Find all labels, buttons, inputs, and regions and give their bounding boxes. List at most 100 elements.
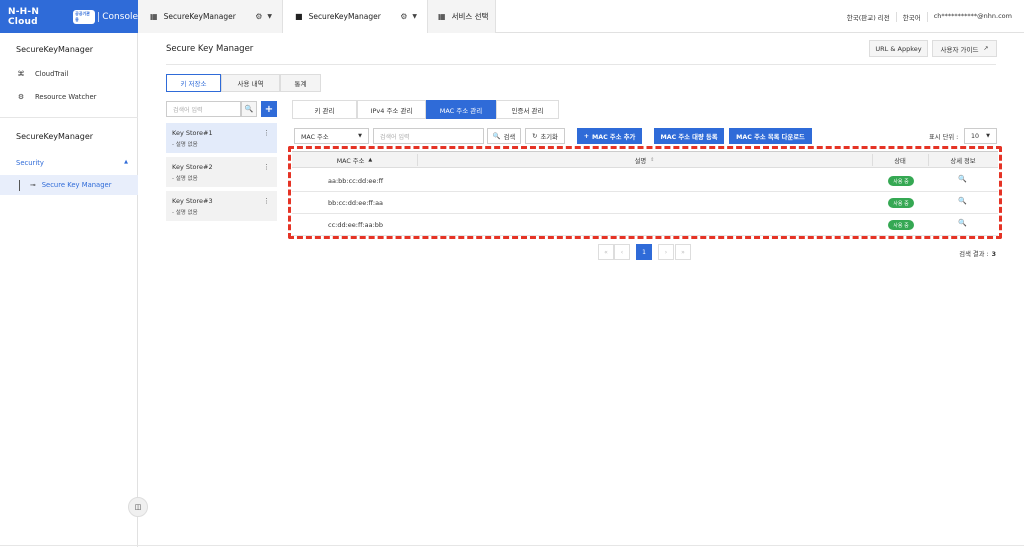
- cloudtrail-icon: ⌘: [17, 70, 25, 78]
- sidebar-item-label: Secure Key Manager: [41, 181, 112, 189]
- page-size-select[interactable]: 10 ▼: [964, 128, 997, 144]
- header-divider: [166, 64, 996, 65]
- chevron-up-icon: ▲: [124, 159, 128, 165]
- add-keystore-button[interactable]: +: [261, 101, 277, 117]
- keystore-name: Key Store#2: [172, 163, 213, 171]
- caret-down-icon: ▼: [358, 133, 362, 139]
- page-title: Secure Key Manager: [166, 44, 254, 54]
- subtab-certificate-management[interactable]: 인증서 관리: [496, 100, 559, 119]
- search-button[interactable]: 🔍 검색: [487, 128, 521, 144]
- subtab-ipv4-management[interactable]: IPv4 주소 관리: [357, 100, 426, 119]
- gear-icon[interactable]: ⚙: [255, 12, 262, 21]
- keystore-name: Key Store#3: [172, 197, 213, 205]
- prev-page-button[interactable]: ‹: [614, 244, 630, 260]
- brand-badge: 공공기관용: [73, 9, 96, 24]
- download-list-button[interactable]: MAC 주소 목록 다운로드: [729, 128, 812, 144]
- sidebar-item-secure-key-manager[interactable]: ⊸ Secure Key Manager: [0, 175, 138, 195]
- highlight-box: [288, 146, 1002, 239]
- sidebar-item-cloudtrail[interactable]: ⌘ CloudTrail: [16, 70, 69, 78]
- gear-icon[interactable]: ⚙: [400, 12, 407, 21]
- resource-watcher-icon: ⚙: [17, 93, 25, 101]
- add-mac-button[interactable]: + MAC 주소 추가: [577, 128, 642, 144]
- reset-button[interactable]: ↻ 초기화: [525, 128, 565, 144]
- service-select-tab[interactable]: ▦ 서비스 선택: [428, 0, 496, 33]
- project-tab-1[interactable]: ▦ SecureKeyManager ⚙ ▼: [138, 0, 283, 33]
- sidebar-toggle-icon: ◫: [134, 503, 142, 511]
- tab-statistics[interactable]: 통계: [280, 74, 321, 92]
- page-button[interactable]: 1: [636, 244, 652, 260]
- bulk-register-button[interactable]: MAC 주소 대량 등록: [654, 128, 724, 144]
- account-menu[interactable]: ch***********@nhn.com: [928, 12, 1012, 22]
- tab-label: SecureKeyManager: [308, 12, 381, 21]
- keystore-desc: - 설명 없음: [172, 142, 198, 148]
- filter-select[interactable]: MAC 주소 ▼: [294, 128, 369, 144]
- search-icon: 🔍: [244, 105, 254, 113]
- add-mac-label: MAC 주소 추가: [591, 133, 636, 141]
- search-icon: 🔍: [492, 133, 501, 140]
- chevron-down-icon[interactable]: ▼: [412, 13, 417, 20]
- building-icon: ▦: [150, 12, 158, 21]
- plus-icon: +: [264, 103, 274, 115]
- folder-icon: ■: [295, 12, 303, 21]
- sidebar-section-title: SecureKeyManager: [16, 45, 94, 54]
- sidebar-collapse-button[interactable]: ◫: [128, 497, 148, 517]
- grid-icon: ▦: [438, 12, 446, 21]
- keystore-search-button[interactable]: 🔍: [241, 101, 257, 117]
- keystore-search-input[interactable]: 검색어 입력: [166, 101, 241, 117]
- sidebar-category-security[interactable]: Security ▲: [16, 159, 128, 167]
- active-indicator: [19, 179, 20, 191]
- top-right-menu: 한국(판교) 리전 한국어 ch***********@nhn.com: [841, 12, 1012, 22]
- next-page-button[interactable]: ›: [658, 244, 674, 260]
- brand-console: Console: [98, 11, 138, 22]
- user-guide-label: 사용자 가이드: [940, 45, 979, 54]
- more-vertical-icon[interactable]: ⋮: [263, 163, 270, 171]
- search-button-label: 검색: [503, 133, 516, 141]
- sidebar-divider: [0, 117, 138, 118]
- brand-name: N-H-N Cloud: [8, 6, 40, 27]
- tab-label: SecureKeyManager: [163, 12, 236, 21]
- more-vertical-icon[interactable]: ⋮: [263, 197, 270, 205]
- sidebar-item-resource-watcher[interactable]: ⚙ Resource Watcher: [16, 93, 97, 101]
- more-vertical-icon[interactable]: ⋮: [263, 129, 270, 137]
- subtab-mac-management[interactable]: MAC 주소 관리: [426, 100, 496, 119]
- plus-icon: +: [583, 132, 589, 140]
- sidebar-section-title: SecureKeyManager: [16, 132, 94, 141]
- top-bar: N-H-N Cloud 공공기관용 Console ▦ SecureKeyMan…: [0, 0, 1024, 33]
- mac-search-input[interactable]: 검색어 입력: [373, 128, 484, 144]
- external-link-icon: ↗: [983, 45, 989, 52]
- page-size-label: 표시 단위 :: [929, 134, 959, 141]
- reset-button-label: 초기화: [540, 133, 558, 141]
- caret-down-icon: ▼: [986, 133, 990, 139]
- refresh-icon: ↻: [532, 132, 538, 140]
- sidebar-item-label: CloudTrail: [35, 70, 69, 78]
- keystore-name: Key Store#1: [172, 129, 213, 137]
- tab-usage-history[interactable]: 사용 내역: [221, 74, 280, 92]
- double-chevron-left-icon: «: [604, 248, 608, 256]
- sidebar-item-label: Resource Watcher: [35, 93, 97, 101]
- keystore-item[interactable]: Key Store#1 - 설명 없음 ⋮: [166, 123, 277, 153]
- project-tab-2[interactable]: ■ SecureKeyManager ⚙ ▼: [283, 0, 428, 33]
- tab-key-store[interactable]: 키 저장소: [166, 74, 221, 92]
- tab-label: 서비스 선택: [451, 12, 489, 21]
- first-page-button[interactable]: «: [598, 244, 614, 260]
- chevron-down-icon[interactable]: ▼: [267, 13, 272, 20]
- keystore-item[interactable]: Key Store#3 - 설명 없음 ⋮: [166, 191, 277, 221]
- last-page-button[interactable]: »: [675, 244, 691, 260]
- result-label: 검색 결과 :: [959, 251, 989, 258]
- region-selector[interactable]: 한국(판교) 리전: [841, 12, 897, 22]
- result-count: 3: [991, 251, 996, 258]
- search-result-count: 검색 결과 :3: [959, 249, 996, 258]
- double-chevron-right-icon: »: [681, 248, 685, 256]
- sidebar: SecureKeyManager ⌘ CloudTrail ⚙ Resource…: [0, 33, 138, 547]
- keystore-desc: - 설명 없음: [172, 210, 198, 216]
- subtab-key-management[interactable]: 키 관리: [292, 100, 357, 119]
- brand-logo[interactable]: N-H-N Cloud 공공기관용 Console: [0, 0, 138, 33]
- page-size-value: 10: [971, 132, 980, 140]
- chevron-left-icon: ‹: [620, 248, 624, 256]
- user-guide-button[interactable]: 사용자 가이드 ↗: [932, 40, 997, 57]
- keystore-desc: - 설명 없음: [172, 176, 198, 182]
- keystore-item[interactable]: Key Store#2 - 설명 없음 ⋮: [166, 157, 277, 187]
- key-icon: ⊸: [30, 181, 36, 189]
- language-selector[interactable]: 한국어: [897, 12, 928, 22]
- url-appkey-button[interactable]: URL & Appkey: [869, 40, 928, 57]
